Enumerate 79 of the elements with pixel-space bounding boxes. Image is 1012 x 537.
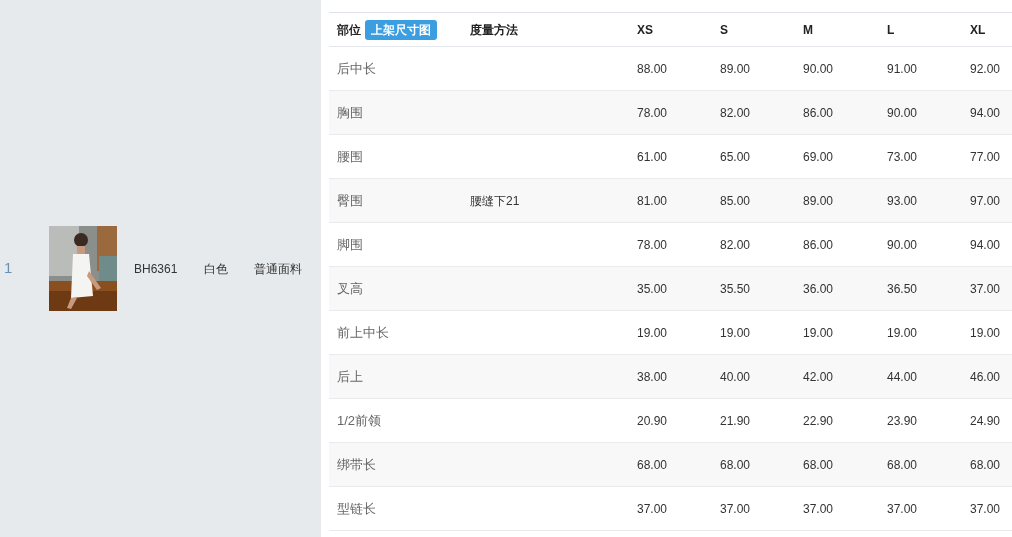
table-cell-text: 21.90 — [720, 412, 752, 430]
column-header: M — [803, 21, 814, 39]
table-cell-text: 68.00 — [970, 456, 1002, 474]
table-cell-text: 20.90 — [637, 412, 669, 430]
table-cell-text: 89.00 — [720, 60, 752, 78]
table-cell-text: 型链长 — [337, 499, 377, 518]
table-cell-text: 97.00 — [970, 192, 1002, 210]
column-header: 部位 — [337, 21, 361, 39]
table-cell-text: 37.00 — [970, 500, 1002, 518]
table-cell-text: 73.00 — [887, 148, 919, 166]
table-cell-text: 90.00 — [803, 60, 835, 78]
table-cell-text: 23.90 — [887, 412, 919, 430]
table-cell-text: 78.00 — [637, 104, 669, 122]
table-cell-text: 93.00 — [887, 192, 919, 210]
table-cell-text: 61.00 — [637, 148, 669, 166]
table-cell-text: 69.00 — [803, 148, 835, 166]
table-cell-text: 1/2前领 — [337, 411, 383, 430]
column-header: L — [887, 21, 896, 39]
fabric-type: 普通面料 — [254, 260, 303, 278]
table-cell-text: 94.00 — [970, 104, 1002, 122]
table-cell-text: 腰围 — [337, 147, 364, 166]
table-cell-text: 86.00 — [803, 104, 835, 122]
table-cell-text: 22.90 — [803, 412, 835, 430]
table-cell-text: 37.00 — [803, 500, 835, 518]
column-header: XS — [637, 21, 654, 39]
table-cell-text: 胸围 — [337, 103, 364, 122]
table-cell-text: 脚围 — [337, 235, 364, 254]
table-cell-text: 腰缝下21 — [470, 192, 521, 210]
table-cell-text: 68.00 — [637, 456, 669, 474]
table-cell-text: 65.00 — [720, 148, 752, 166]
table-cell-text: 37.00 — [720, 500, 752, 518]
table-cell-text: 46.00 — [970, 368, 1002, 386]
table-cell-text: 19.00 — [803, 324, 835, 342]
table-cell-text: 前上中长 — [337, 323, 390, 342]
table-cell-text: 88.00 — [637, 60, 669, 78]
table-cell-text: 82.00 — [720, 236, 752, 254]
size-chart-button[interactable]: 上架尺寸图 — [365, 19, 437, 40]
table-cell-text: 37.00 — [970, 280, 1002, 298]
table-cell-text: 38.00 — [637, 368, 669, 386]
table-cell-text: 40.00 — [720, 368, 752, 386]
table-cell-text: 后上 — [337, 367, 364, 386]
table-cell-text: 68.00 — [887, 456, 919, 474]
table-cell-text: 42.00 — [803, 368, 835, 386]
table-cell-text: 85.00 — [720, 192, 752, 210]
table-cell-text: 68.00 — [720, 456, 752, 474]
table-cell-text: 37.00 — [637, 500, 669, 518]
product-code: BH6361 — [134, 260, 178, 278]
column-header: S — [720, 21, 729, 39]
table-cell-text: 94.00 — [970, 236, 1002, 254]
table-cell-text: 86.00 — [803, 236, 835, 254]
table-cell-text: 91.00 — [887, 60, 919, 78]
column-header: 度量方法 — [470, 21, 519, 39]
table-cell-text: 90.00 — [887, 104, 919, 122]
table-cell-text: 82.00 — [720, 104, 752, 122]
table-cell-text: 36.50 — [887, 280, 919, 298]
table-cell-text: 19.00 — [637, 324, 669, 342]
table-cell-text: 24.90 — [970, 412, 1002, 430]
table-cell-text: 绑带长 — [337, 455, 377, 474]
table-cell-text: 臀围 — [337, 191, 364, 210]
table-cell-text: 92.00 — [970, 60, 1002, 78]
table-cell-text: 44.00 — [887, 368, 919, 386]
table-cell-text: 19.00 — [970, 324, 1002, 342]
table-cell-text: 78.00 — [637, 236, 669, 254]
table-cell-text: 36.00 — [803, 280, 835, 298]
table-cell-text: 77.00 — [970, 148, 1002, 166]
table-cell-text: 35.50 — [720, 280, 752, 298]
table-cell-text: 后中长 — [337, 59, 377, 78]
row-number: 1 — [4, 258, 14, 279]
table-cell-text: 37.00 — [887, 500, 919, 518]
table-cell-text: 35.00 — [637, 280, 669, 298]
product-color: 白色 — [204, 260, 229, 278]
table-cell-text: 90.00 — [887, 236, 919, 254]
table-cell-text: 68.00 — [803, 456, 835, 474]
table-cell-text: 叉高 — [337, 279, 364, 298]
table-cell-text: 81.00 — [637, 192, 669, 210]
table-cell-text: 19.00 — [720, 324, 752, 342]
table-cell-text: 89.00 — [803, 192, 835, 210]
column-header: XL — [970, 21, 987, 39]
table-cell-text: 19.00 — [887, 324, 919, 342]
